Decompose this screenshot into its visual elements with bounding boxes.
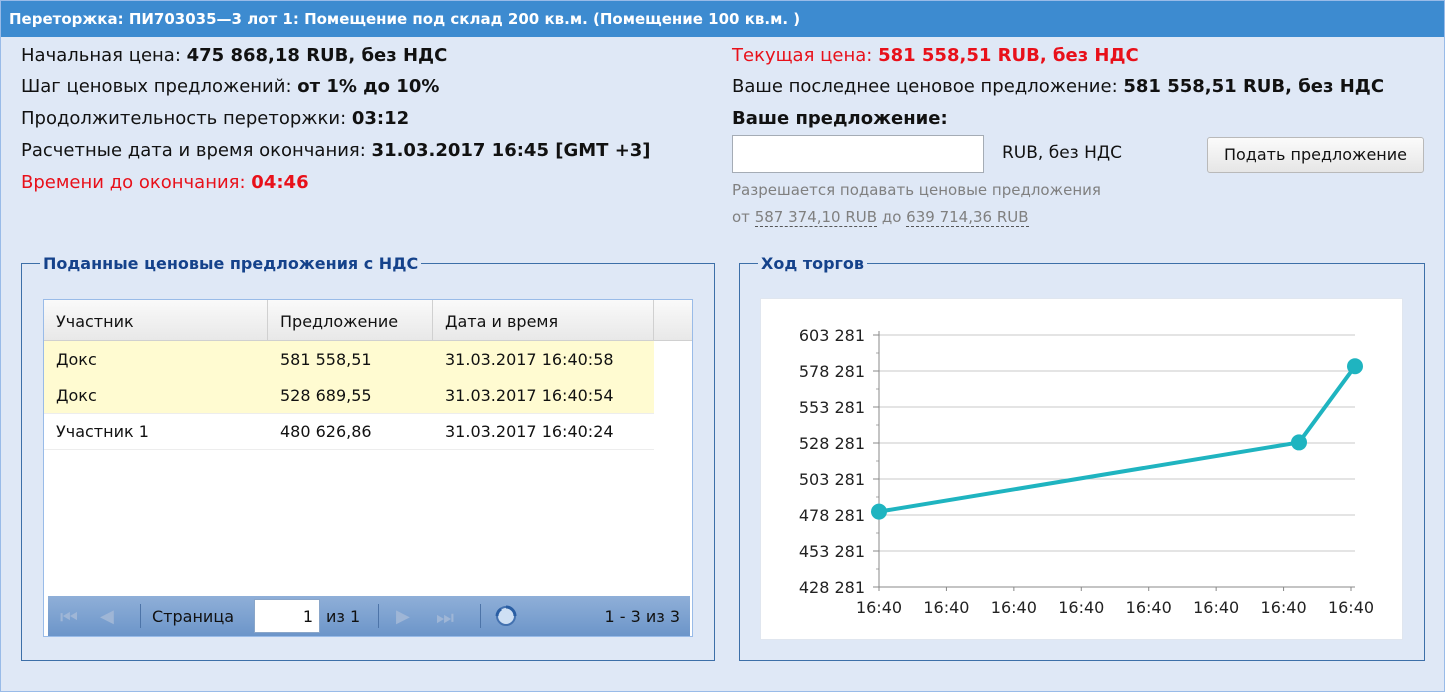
offer-range-from-prefix: от [732, 208, 750, 226]
y-tick-label: 578 281 [799, 362, 865, 381]
pager-summary: 1 - 3 из 3 [604, 607, 680, 626]
table-cell-participant: Докс [56, 386, 97, 405]
data-point [1347, 358, 1363, 375]
end-datetime-label: Расчетные дата и время окончания: [21, 140, 366, 161]
table-cell-datetime: 31.03.2017 16:40:54 [445, 386, 614, 405]
table-row[interactable]: Участник 1 480 626,86 31.03.2017 16:40:24 [44, 413, 654, 450]
offer-unit: RUB, без НДС [1002, 143, 1123, 163]
start-price-value: 475 868,18 RUB, без НДС [186, 45, 448, 66]
offer-range: от 587 374,10 RUB до 639 714,36 RUB [732, 208, 1029, 227]
x-tick-label: 16:40 [1261, 598, 1307, 617]
duration-label: Продолжительность переторжки: [21, 108, 347, 129]
pager-separator [140, 604, 141, 628]
x-tick-label: 16:40 [1193, 598, 1239, 617]
price-chart: 428 281 453 281 478 281 503 281 528 281 553 2… [799, 326, 1374, 617]
your-offer-label: Ваше предложение: [732, 108, 948, 129]
last-page-icon[interactable]: ⏭ [436, 596, 454, 636]
x-tick-label: 16:40 [856, 598, 902, 617]
x-tick-label: 16:40 [1126, 598, 1172, 617]
time-remaining-value: 04:46 [251, 172, 309, 193]
last-offer-value: 581 558,51 RUB, без НДС [1123, 76, 1385, 97]
duration-value: 03:12 [351, 108, 410, 129]
table-row[interactable]: Докс 581 558,51 31.03.2017 16:40:58 [44, 341, 654, 378]
x-tick-label: 16:40 [923, 598, 969, 617]
price-step: Шаг ценовых предложений: от 1% до 10% [21, 76, 439, 97]
table-cell-offer: 581 558,51 [280, 350, 372, 369]
y-tick-label: 503 281 [799, 470, 865, 489]
table-row[interactable]: Докс 528 689,55 31.03.2017 16:40:54 [44, 377, 654, 414]
y-tick-label: 478 281 [799, 506, 865, 525]
start-price-label: Начальная цена: [21, 45, 181, 66]
offer-range-max[interactable]: 639 714,36 RUB [906, 208, 1029, 227]
pagination-toolbar: ⏮ ◀ Страница 1 из 1 ▶ ⏭ 1 - 3 из 3 [48, 596, 690, 636]
submit-offer-button[interactable]: Подать предложение [1207, 137, 1424, 173]
bids-panel-title: Поданные ценовые предложения с НДС [43, 254, 419, 273]
bids-grid: Участник Предложение Дата и время Докс 58… [43, 299, 693, 637]
offer-hint: Разрешается подавать ценовые предложения [732, 181, 1101, 199]
y-tick-label: 453 281 [799, 542, 865, 561]
chart-area: 428 281 453 281 478 281 503 281 528 281 553 2… [760, 298, 1403, 640]
auction-window: Переторжка: ПИ703035—3 лот 1: Помещение … [0, 0, 1445, 692]
x-tick-label: 16:40 [1328, 598, 1374, 617]
current-price-value: 581 558,51 RUB, без НДС [878, 45, 1139, 66]
x-tick-label: 16:40 [1058, 598, 1104, 617]
current-price: Текущая цена: 581 558,51 RUB, без НДС [732, 45, 1139, 66]
x-tick-label: 16:40 [991, 598, 1037, 617]
last-offer: Ваше последнее ценовое предложение: 581 … [732, 76, 1384, 97]
offer-range-to-prefix: до [881, 208, 902, 226]
table-cell-offer: 480 626,86 [280, 422, 372, 441]
time-remaining-label: Времени до окончания: [21, 172, 246, 193]
pager-separator [480, 604, 481, 628]
series-line [878, 365, 1357, 514]
y-tick-label: 603 281 [799, 326, 865, 345]
duration: Продолжительность переторжки: 03:12 [21, 108, 409, 129]
chart-panel-title: Ход торгов [761, 254, 865, 273]
price-step-value: от 1% до 10% [297, 76, 440, 97]
table-cell-participant: Докс [56, 350, 97, 369]
page-number-input[interactable]: 1 [254, 599, 320, 633]
first-page-icon[interactable]: ⏮ [60, 596, 78, 636]
last-offer-label: Ваше последнее ценовое предложение: [732, 76, 1118, 97]
y-tick-label: 428 281 [799, 578, 865, 597]
column-header-datetime[interactable]: Дата и время [433, 300, 654, 340]
table-cell-datetime: 31.03.2017 16:40:24 [445, 422, 614, 441]
time-remaining: Времени до окончания: 04:46 [21, 172, 309, 193]
data-point [871, 503, 887, 520]
window-title: Переторжка: ПИ703035—3 лот 1: Помещение … [1, 1, 1444, 37]
offer-range-min[interactable]: 587 374,10 RUB [754, 208, 878, 227]
bids-grid-header: Участник Предложение Дата и время [44, 300, 692, 341]
table-cell-datetime: 31.03.2017 16:40:58 [445, 350, 614, 369]
page-label: Страница [152, 607, 235, 626]
end-datetime-value: 31.03.2017 16:45 [GMT +3] [371, 140, 651, 161]
column-header-offer[interactable]: Предложение [268, 300, 433, 340]
end-datetime: Расчетные дата и время окончания: 31.03.… [21, 140, 651, 161]
start-price: Начальная цена: 475 868,18 RUB, без НДС [21, 45, 447, 66]
pager-separator [378, 604, 379, 628]
refresh-icon[interactable] [494, 596, 520, 636]
page-count: из 1 [326, 607, 361, 626]
y-tick-label: 553 281 [799, 398, 865, 417]
y-tick-label: 528 281 [799, 434, 865, 453]
prev-page-icon[interactable]: ◀ [100, 596, 114, 636]
column-header-participant[interactable]: Участник [44, 300, 268, 340]
table-cell-participant: Участник 1 [56, 422, 149, 441]
offer-input[interactable] [732, 135, 984, 173]
price-step-label: Шаг ценовых предложений: [21, 76, 292, 97]
next-page-icon[interactable]: ▶ [396, 596, 410, 636]
table-cell-offer: 528 689,55 [280, 386, 372, 405]
data-point [1291, 434, 1307, 451]
current-price-label: Текущая цена: [732, 45, 873, 66]
